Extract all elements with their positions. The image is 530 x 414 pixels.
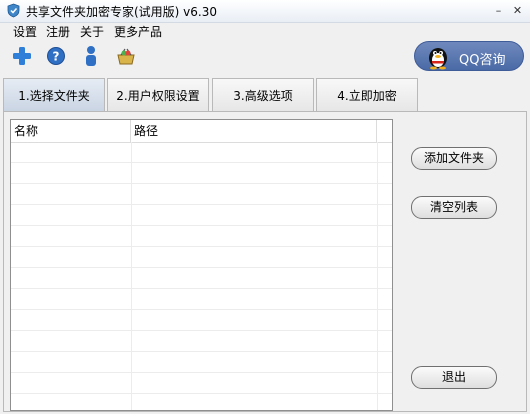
qq-consult-label: QQ咨询 — [459, 53, 506, 68]
column-header-path[interactable]: 路径 — [131, 120, 377, 142]
penguin-icon — [429, 48, 447, 70]
table-row[interactable] — [11, 226, 392, 247]
table-row[interactable] — [11, 373, 392, 394]
tab-encrypt-now[interactable]: 4.立即加密 — [316, 78, 418, 112]
user-tool-button[interactable] — [78, 43, 104, 69]
menu-about[interactable]: 关于 — [80, 23, 104, 40]
plus-icon — [13, 47, 31, 65]
basket-tool-button[interactable] — [113, 43, 139, 69]
add-folder-button[interactable]: 添加文件夹 — [411, 147, 497, 170]
menu-more-products[interactable]: 更多产品 — [114, 23, 162, 40]
tab-select-folder[interactable]: 1.选择文件夹 — [3, 78, 105, 112]
title-bar: 共享文件夹加密专家(试用版) v6.30 – ✕ — [0, 0, 530, 23]
window-title: 共享文件夹加密专家(试用版) v6.30 — [26, 5, 217, 19]
qq-consult-button[interactable]: QQ咨询 — [414, 41, 524, 71]
table-row[interactable] — [11, 310, 392, 331]
table-row[interactable] — [11, 142, 392, 163]
table-row[interactable] — [11, 352, 392, 373]
exit-button[interactable]: 退出 — [411, 366, 497, 389]
list-header: 名称 路径 — [11, 120, 392, 143]
tab-strip: 1.选择文件夹 2.用户权限设置 3.高级选项 4.立即加密 — [3, 78, 423, 112]
table-row[interactable] — [11, 205, 392, 226]
tab-user-permissions[interactable]: 2.用户权限设置 — [107, 78, 209, 112]
basket-icon — [117, 48, 135, 65]
menu-bar: 设置 注册 关于 更多产品 — [0, 22, 530, 40]
table-row[interactable] — [11, 247, 392, 268]
shield-app-icon — [7, 3, 20, 18]
close-button[interactable]: ✕ — [510, 3, 525, 18]
add-tool-button[interactable] — [9, 43, 35, 69]
table-row[interactable] — [11, 289, 392, 310]
svg-text:?: ? — [53, 50, 60, 64]
table-row[interactable] — [11, 331, 392, 352]
user-icon — [86, 46, 96, 66]
table-row[interactable] — [11, 268, 392, 289]
clear-list-button[interactable]: 清空列表 — [411, 196, 497, 219]
table-row[interactable] — [11, 184, 392, 205]
menu-register[interactable]: 注册 — [46, 23, 70, 40]
column-header-name[interactable]: 名称 — [11, 120, 131, 142]
folder-list[interactable]: 名称 路径 — [10, 119, 393, 411]
tab-advanced-options[interactable]: 3.高级选项 — [212, 78, 314, 112]
minimize-button[interactable]: – — [491, 3, 506, 18]
table-row[interactable] — [11, 163, 392, 184]
help-icon: ? — [47, 47, 65, 65]
help-tool-button[interactable]: ? — [43, 43, 69, 69]
menu-settings[interactable]: 设置 — [13, 23, 37, 40]
